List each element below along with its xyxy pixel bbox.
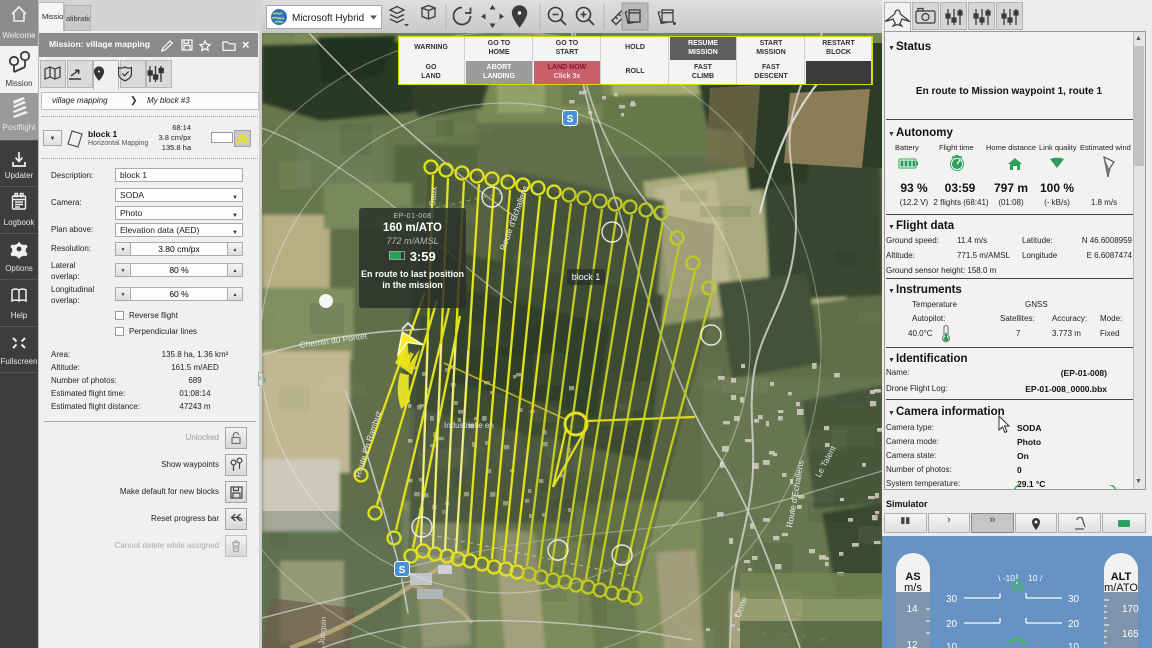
svg-text:20: 20 — [946, 619, 958, 630]
svg-text:Industrielle en: Industrielle en — [444, 421, 494, 430]
svg-text:S: S — [567, 114, 574, 125]
svg-text:\ -10: \ -10 — [998, 573, 1015, 583]
svg-text:S: S — [399, 565, 406, 576]
svg-text:Microsoft Hybrid: Microsoft Hybrid — [292, 13, 364, 24]
svg-text:10: 10 — [946, 642, 958, 648]
svg-text:m/ATO: m/ATO — [1104, 582, 1138, 594]
svg-text:10 /: 10 / — [1028, 573, 1043, 583]
svg-text:12: 12 — [906, 640, 918, 648]
svg-text:14: 14 — [906, 604, 918, 615]
svg-text:10: 10 — [1068, 642, 1080, 648]
svg-text:170: 170 — [1122, 604, 1139, 615]
svg-text:m/s: m/s — [904, 582, 922, 594]
svg-text:block 1: block 1 — [572, 272, 601, 282]
svg-text:30: 30 — [946, 594, 958, 605]
svg-text:30: 30 — [1068, 594, 1080, 605]
svg-text:‹: ‹ — [263, 374, 267, 386]
svg-text:20: 20 — [1068, 619, 1080, 630]
svg-text:165: 165 — [1122, 629, 1139, 640]
